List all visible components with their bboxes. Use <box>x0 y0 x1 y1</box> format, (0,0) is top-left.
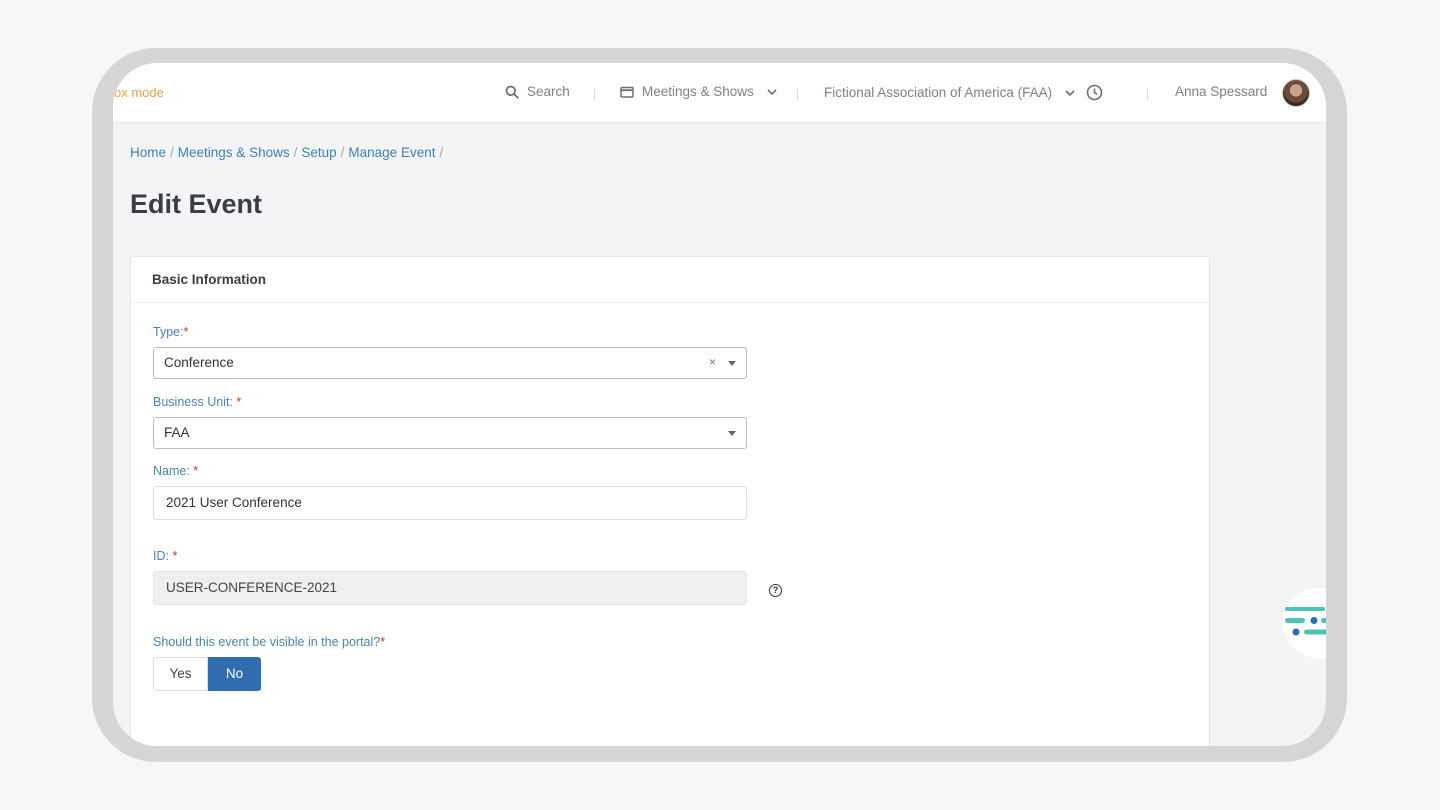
user-menu[interactable]: Anna Spessard <box>1175 84 1267 99</box>
caret-down-icon[interactable] <box>728 361 736 366</box>
clear-icon[interactable]: × <box>709 355 716 369</box>
business-unit-label: Business Unit: * <box>153 395 242 409</box>
visible-yes-button[interactable]: Yes <box>153 657 208 691</box>
divider <box>594 89 595 100</box>
calendar-icon <box>620 86 634 98</box>
type-select[interactable]: Conference × <box>153 347 747 379</box>
id-input: USER-CONFERENCE-2021 <box>153 571 747 605</box>
basic-information-card: Basic Information Type:* Conference × Bu… <box>130 256 1210 746</box>
app-screen: ox mode Search Meetings & Shows Fictiona… <box>113 63 1326 746</box>
name-label: Name: * <box>153 464 199 478</box>
visible-no-button[interactable]: No <box>208 657 261 691</box>
chat-widget-icon <box>1285 607 1326 636</box>
org-label: Fictional Association of America (FAA) <box>824 85 1053 100</box>
breadcrumb-home[interactable]: Home <box>130 145 166 160</box>
breadcrumb-separator: / <box>439 145 444 160</box>
chevron-down-icon <box>1065 89 1075 96</box>
breadcrumb-separator: / <box>340 145 345 160</box>
breadcrumb-meetings[interactable]: Meetings & Shows <box>178 145 290 160</box>
top-navbar: ox mode Search Meetings & Shows Fictiona… <box>113 63 1326 123</box>
help-icon[interactable]: ? <box>769 584 782 597</box>
clock-icon[interactable] <box>1086 84 1103 101</box>
search-icon <box>505 85 519 99</box>
breadcrumb-manage-event[interactable]: Manage Event <box>348 145 435 160</box>
breadcrumb-setup[interactable]: Setup <box>301 145 336 160</box>
breadcrumb-separator: / <box>293 145 298 160</box>
module-label: Meetings & Shows <box>642 84 754 99</box>
portal-visible-toggle: Yes No <box>153 657 261 691</box>
breadcrumb: Home / Meetings & Shows / Setup / Manage… <box>130 145 443 160</box>
name-input[interactable]: 2021 User Conference <box>153 486 747 520</box>
divider <box>1147 89 1148 100</box>
business-unit-value: FAA <box>164 425 190 440</box>
section-title: Basic Information <box>131 257 1209 303</box>
business-unit-select[interactable]: FAA <box>153 417 747 449</box>
avatar[interactable] <box>1282 79 1310 107</box>
sandbox-mode-label: ox mode <box>114 85 164 100</box>
search-label: Search <box>527 84 570 99</box>
user-name: Anna Spessard <box>1175 84 1268 99</box>
org-switcher[interactable]: Fictional Association of America (FAA) <box>824 84 1103 101</box>
caret-down-icon[interactable] <box>728 431 736 436</box>
type-label: Type:* <box>153 325 189 339</box>
divider <box>797 89 798 100</box>
help-widget[interactable] <box>1283 588 1326 658</box>
module-switcher[interactable]: Meetings & Shows <box>620 84 778 99</box>
global-search[interactable]: Search <box>505 84 570 99</box>
id-label: ID: * <box>153 549 178 563</box>
page-title: Edit Event <box>130 189 263 219</box>
chevron-down-icon <box>767 88 777 95</box>
breadcrumb-separator: / <box>170 145 174 160</box>
portal-visible-label: Should this event be visible in the port… <box>153 635 386 649</box>
type-value: Conference <box>164 355 234 370</box>
